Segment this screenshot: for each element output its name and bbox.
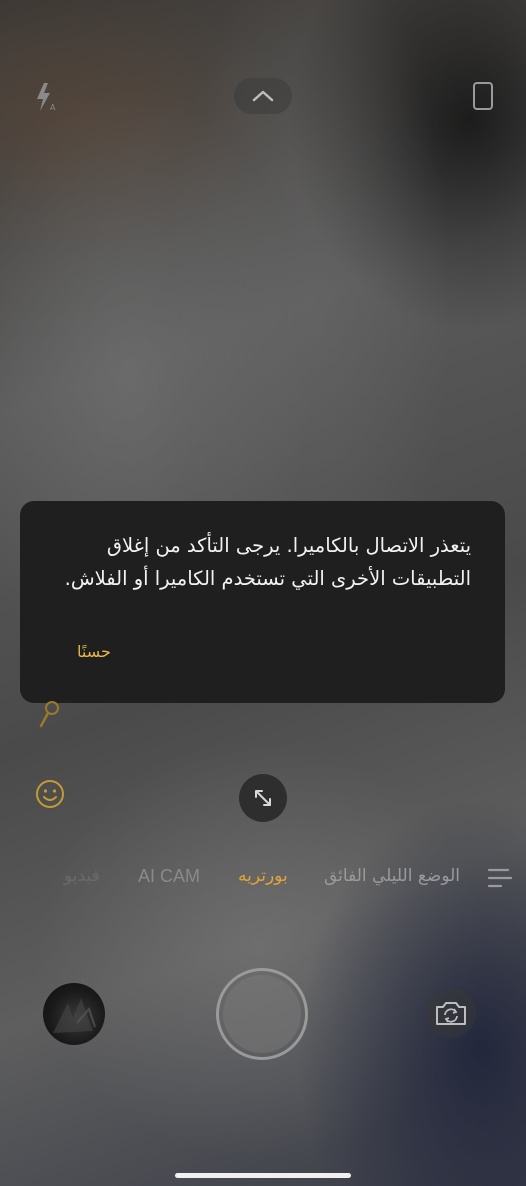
thumbnail-image (53, 998, 96, 1033)
fullscreen-button[interactable] (239, 774, 287, 822)
shutter-button[interactable] (216, 968, 308, 1060)
mode-video[interactable]: فيديو (64, 866, 100, 886)
filter-icon[interactable] (38, 700, 62, 730)
flash-auto-icon[interactable]: A (35, 82, 57, 114)
aspect-ratio-button[interactable] (472, 81, 494, 111)
camera-error-dialog: يتعذر الاتصال بالكاميرا. يرجى التأكد من … (20, 501, 505, 703)
mode-portrait[interactable]: بورتريه (238, 866, 288, 886)
mode-ai-cam[interactable]: AI CAM (138, 866, 200, 887)
chevron-up-icon (252, 90, 274, 102)
switch-camera-button[interactable] (426, 988, 476, 1038)
emoji-icon[interactable] (34, 778, 66, 810)
aspect-ratio-icon (473, 82, 493, 110)
menu-lines-icon[interactable] (487, 868, 513, 888)
dialog-message: يتعذر الاتصال بالكاميرا. يرجى التأكد من … (64, 534, 471, 590)
gallery-thumbnail[interactable] (43, 983, 105, 1045)
mode-super-night[interactable]: الوضع الليلي الفائق (324, 866, 460, 886)
home-indicator[interactable] (175, 1173, 351, 1178)
expand-settings-button[interactable] (234, 78, 292, 114)
ok-button[interactable]: حسنًا (77, 642, 111, 661)
flash-mode-label: A (50, 103, 56, 112)
switch-camera-icon (436, 1002, 466, 1025)
expand-icon (255, 790, 271, 806)
shutter-inner (223, 975, 301, 1053)
